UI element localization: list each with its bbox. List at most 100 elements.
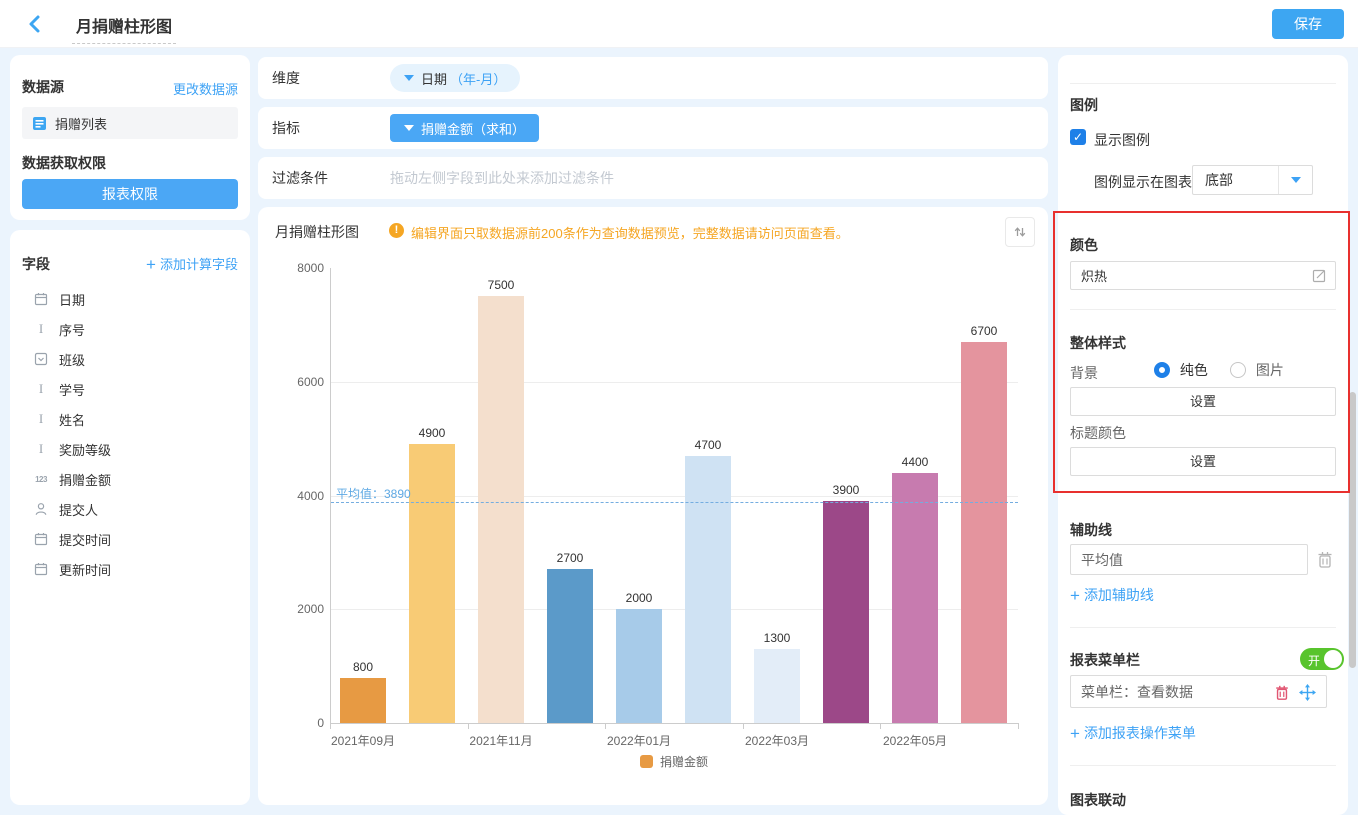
dimension-chip[interactable]: 日期 （年-月）	[390, 64, 521, 92]
color-section-heading: 颜色	[1070, 237, 1098, 253]
bar[interactable]	[547, 569, 593, 723]
field-label: 序号	[59, 322, 86, 338]
reference-line-label: 平均值：3890	[336, 487, 411, 501]
filter-placeholder: 拖动左侧字段到此处来添加过滤条件	[390, 170, 614, 186]
menu-section-heading: 报表菜单栏	[1070, 652, 1140, 668]
field-item[interactable]: 班级	[10, 344, 250, 374]
field-label: 班级	[59, 352, 86, 368]
x-axis-tick	[605, 724, 607, 729]
field-item[interactable]: 提交人	[10, 494, 250, 524]
linkage-section-heading: 图表联动	[1070, 792, 1126, 808]
x-axis	[330, 723, 1019, 724]
divider	[1070, 309, 1336, 310]
refline-item-input[interactable]: 平均值	[1070, 544, 1308, 575]
filter-row[interactable]: 过滤条件 拖动左侧字段到此处来添加过滤条件	[258, 157, 1048, 199]
add-calc-field-link[interactable]: + 添加计算字段	[146, 254, 238, 275]
bar[interactable]	[823, 501, 869, 723]
metric-chip[interactable]: 捐赠金额（求和）	[390, 114, 540, 142]
background-set-button[interactable]: 设置	[1070, 387, 1336, 416]
edit-icon[interactable]	[1312, 268, 1327, 283]
calendar-icon	[32, 532, 50, 546]
fields-list: 日期 I 序号 班级 I 学号 I 姓名 I 奖励等级 123 捐赠金额 提交人 提交时间 更新时间	[10, 284, 250, 584]
change-datasource-link[interactable]: 更改数据源	[173, 79, 238, 98]
menu-toggle[interactable]: 开	[1300, 648, 1344, 670]
chart-legend[interactable]: 捐赠金额	[330, 753, 1018, 770]
field-item[interactable]: 123 捐赠金额	[10, 464, 250, 494]
menu-item-label: 菜单栏：查看数据	[1081, 683, 1193, 700]
divider	[1070, 765, 1336, 766]
add-menu-label: 添加报表操作菜单	[1083, 725, 1196, 741]
bar[interactable]	[754, 649, 800, 723]
move-icon[interactable]	[1299, 684, 1316, 701]
legend-position-dropdown[interactable]: 底部	[1192, 165, 1313, 195]
refline-item-value: 平均值	[1081, 551, 1123, 568]
text-icon: I	[38, 321, 44, 336]
field-item[interactable]: I 学号	[10, 374, 250, 404]
bar[interactable]	[961, 341, 1007, 723]
bar[interactable]	[892, 472, 938, 723]
bg-image-radio[interactable]: 图片	[1230, 360, 1284, 380]
save-button[interactable]: 保存	[1272, 9, 1344, 39]
text-icon: I	[38, 441, 44, 456]
bg-solid-label: 纯色	[1179, 362, 1208, 378]
datasource-heading: 数据源	[22, 79, 64, 95]
bar[interactable]	[616, 609, 662, 723]
y-axis	[330, 268, 331, 723]
scrollbar-thumb[interactable]	[1349, 392, 1356, 668]
style-section-heading: 整体样式	[1070, 335, 1126, 351]
bar[interactable]	[685, 455, 731, 723]
show-legend-checkbox[interactable]: ✓	[1070, 129, 1086, 145]
x-axis-label: 2021年09月	[330, 734, 396, 748]
field-item[interactable]: I 姓名	[10, 404, 250, 434]
title-color-set-button[interactable]: 设置	[1070, 447, 1336, 476]
filter-label: 过滤条件	[272, 170, 328, 186]
back-icon[interactable]	[24, 13, 46, 35]
y-axis-tick-label: 8000	[297, 261, 324, 275]
trash-icon[interactable]	[1316, 550, 1334, 569]
radio-unselected-icon	[1230, 362, 1246, 378]
refline-section-heading: 辅助线	[1070, 522, 1112, 538]
plus-icon: +	[146, 255, 156, 274]
field-item[interactable]: 日期	[10, 284, 250, 314]
delete-icon[interactable]	[1274, 684, 1290, 701]
select-icon	[32, 352, 50, 366]
sort-button[interactable]	[1005, 217, 1035, 247]
y-axis-tick-label: 2000	[297, 602, 324, 617]
plus-icon: +	[1070, 724, 1080, 743]
field-item[interactable]: I 奖励等级	[10, 434, 250, 464]
add-refline-link[interactable]: + 添加辅助线	[1070, 585, 1154, 606]
bar-value-label: 2000	[625, 591, 653, 606]
bar-value-label: 4700	[694, 437, 722, 452]
bar[interactable]	[409, 444, 455, 723]
x-axis-label: 2022年05月	[882, 734, 948, 748]
bar-value-label: 4400	[901, 454, 929, 469]
x-axis-tick	[880, 724, 882, 729]
field-label: 学号	[59, 382, 86, 398]
dimension-chip-name: 日期	[421, 71, 448, 87]
bar-value-label: 1300	[763, 631, 791, 646]
chevron-down-icon	[404, 125, 414, 131]
report-permission-button[interactable]: 报表权限	[22, 179, 238, 209]
menu-item-row[interactable]: 菜单栏：查看数据	[1070, 675, 1327, 708]
field-item[interactable]: 更新时间	[10, 554, 250, 584]
text-icon: I	[38, 411, 44, 426]
datasource-item[interactable]: 捐赠列表	[22, 107, 238, 139]
bg-solid-radio[interactable]: 纯色	[1154, 360, 1208, 380]
bar[interactable]	[340, 677, 386, 723]
datasource-item-label: 捐赠列表	[55, 116, 108, 132]
chart-card: 月捐赠柱形图 ! 编辑界面只取数据源前200条作为查询数据预览，完整数据请访问页…	[258, 207, 1048, 805]
bar-value-label: 3900	[832, 483, 860, 498]
field-label: 提交时间	[59, 532, 112, 548]
add-calc-field-label: 添加计算字段	[159, 257, 238, 272]
field-item[interactable]: I 序号	[10, 314, 250, 344]
bar[interactable]	[478, 296, 524, 723]
chevron-down-icon	[404, 75, 414, 81]
field-item[interactable]: 提交时间	[10, 524, 250, 554]
metric-chip-label: 捐赠金额（求和）	[421, 121, 526, 137]
y-axis-tick-label: 0	[317, 716, 324, 730]
data-permission-heading: 数据获取权限	[22, 155, 106, 171]
warning-icon: !	[389, 223, 404, 238]
color-theme-input[interactable]: 炽热	[1070, 261, 1336, 290]
dimension-row: 维度 日期 （年-月）	[258, 57, 1048, 99]
add-menu-link[interactable]: + 添加报表操作菜单	[1070, 723, 1196, 744]
